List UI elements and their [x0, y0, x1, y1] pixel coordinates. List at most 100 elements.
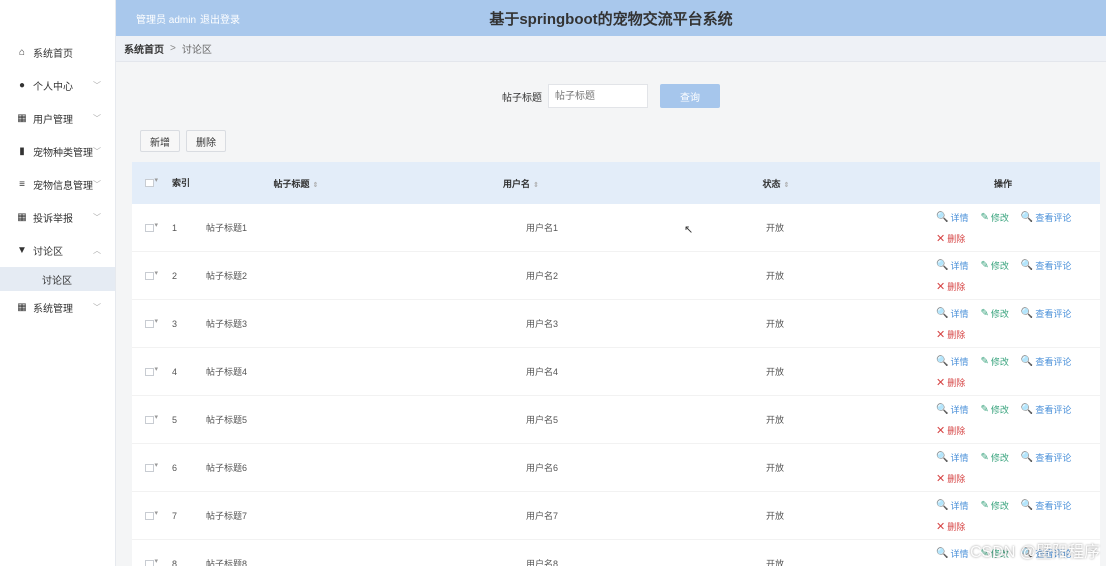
sidebar-item-0[interactable]: ⌂ 系统首页	[0, 36, 115, 69]
search-icon: 🔍	[936, 499, 949, 511]
row-delete-button[interactable]: ✕ 删除	[936, 328, 965, 341]
delete-button[interactable]: 删除	[186, 130, 226, 152]
row-check-cell	[132, 365, 166, 376]
row-checkbox[interactable]	[144, 221, 158, 232]
detail-button[interactable]: 🔍 详情	[936, 211, 968, 224]
edit-label: 修改	[990, 356, 1009, 367]
edit-button[interactable]: ✎ 修改	[980, 259, 1008, 272]
row-checkbox[interactable]	[144, 461, 158, 472]
row-index: 5	[172, 414, 178, 425]
view-comments-button[interactable]: 🔍 查看评论	[1021, 547, 1071, 560]
detail-label: 详情	[950, 356, 969, 367]
search-icon: 🔍	[936, 211, 949, 223]
detail-button[interactable]: 🔍 详情	[936, 355, 968, 368]
detail-label: 详情	[950, 452, 969, 463]
detail-button[interactable]: 🔍 详情	[936, 451, 968, 464]
row-delete-button[interactable]: ✕ 删除	[936, 232, 965, 245]
edit-button[interactable]: ✎ 修改	[980, 355, 1008, 368]
header-user[interactable]: 用户名 ⇕	[396, 177, 646, 190]
row-delete-button[interactable]: ✕ 删除	[936, 280, 965, 293]
sidebar-item-7[interactable]: ▦ 系统管理 ﹀	[0, 291, 115, 324]
sort-icon[interactable]: ⇕	[784, 182, 790, 189]
search-icon: 🔍	[1020, 547, 1034, 559]
view-comments-button[interactable]: 🔍 查看评论	[1021, 403, 1071, 416]
sort-icon[interactable]: ⇕	[533, 182, 539, 189]
view-comments-button[interactable]: 🔍 查看评论	[1021, 355, 1071, 368]
logout-link[interactable]: 退出登录	[200, 11, 240, 26]
sidebar-item-4[interactable]: ≡ 宠物信息管理 ﹀	[0, 168, 115, 201]
close-icon: ✕	[936, 232, 946, 245]
edit-button[interactable]: ✎ 修改	[980, 307, 1008, 320]
edit-label: 修改	[990, 260, 1009, 271]
app-title: 基于springboot的宠物交流平台系统	[489, 10, 733, 28]
detail-button[interactable]: 🔍 详情	[936, 403, 968, 416]
close-icon: ✕	[936, 424, 946, 437]
header-ops: 操作	[993, 178, 1012, 189]
row-user: 用户名8	[526, 559, 559, 566]
edit-button[interactable]: ✎ 修改	[980, 499, 1008, 512]
row-checkbox[interactable]	[144, 413, 158, 424]
pencil-icon: ✎	[980, 355, 989, 367]
header-title[interactable]: 帖子标题 ⇕	[196, 177, 396, 190]
view-comments-button[interactable]: 🔍 查看评论	[1021, 307, 1071, 320]
sidebar-item-2[interactable]: ▦ 用户管理 ﹀	[0, 102, 115, 135]
view-comments-button[interactable]: 🔍 查看评论	[1021, 259, 1071, 272]
breadcrumb-separator: >	[170, 43, 176, 54]
home-icon: ⌂	[18, 47, 26, 58]
pencil-icon: ✎	[980, 403, 989, 415]
row-delete-button[interactable]: ✕ 删除	[936, 424, 965, 437]
row-title: 帖子标题3	[206, 319, 248, 329]
chevron-icon: ﹀	[93, 81, 101, 90]
search-icon: 🔍	[1020, 307, 1034, 319]
detail-button[interactable]: 🔍 详情	[936, 499, 968, 512]
sidebar-top	[0, 0, 115, 36]
sidebar-item-3[interactable]: ▮ 宠物种类管理 ﹀	[0, 135, 115, 168]
row-index: 7	[172, 510, 178, 521]
edit-button[interactable]: ✎ 修改	[980, 451, 1008, 464]
edit-button[interactable]: ✎ 修改	[980, 403, 1008, 416]
row-checkbox[interactable]	[144, 269, 158, 280]
detail-button[interactable]: 🔍 详情	[936, 547, 968, 560]
detail-button[interactable]: 🔍 详情	[936, 307, 968, 320]
search-icon: 🔍	[1020, 211, 1034, 223]
comments-label: 查看评论	[1035, 548, 1072, 559]
row-delete-button[interactable]: ✕ 删除	[936, 376, 965, 389]
submenu-item-discussion[interactable]: 讨论区	[0, 267, 115, 291]
close-icon: ✕	[936, 520, 946, 533]
row-status: 开放	[766, 271, 785, 281]
header-status[interactable]: 状态 ⇕	[646, 177, 906, 190]
search-input[interactable]	[548, 84, 648, 108]
row-checkbox[interactable]	[144, 509, 158, 520]
select-all-checkbox[interactable]	[144, 176, 158, 187]
edit-button[interactable]: ✎ 修改	[980, 211, 1008, 224]
grid-icon: ▦	[17, 113, 27, 124]
close-icon: ✕	[936, 280, 946, 293]
sort-icon[interactable]: ⇕	[313, 182, 319, 189]
query-button[interactable]: 查询	[660, 84, 720, 108]
table-row: 6帖子标题6用户名6开放🔍详情✎修改🔍查看评论✕删除	[132, 444, 1100, 492]
sidebar-item-6[interactable]: ▼ 讨论区 ︿	[0, 234, 115, 267]
delete-label: 删除	[947, 521, 966, 532]
close-icon: ✕	[936, 376, 946, 389]
edit-button[interactable]: ✎ 修改	[980, 547, 1008, 560]
detail-button[interactable]: 🔍 详情	[936, 259, 968, 272]
add-button[interactable]: 新增	[140, 130, 180, 152]
row-delete-button[interactable]: ✕ 删除	[936, 472, 965, 485]
chevron-icon: ﹀	[93, 180, 101, 189]
row-delete-button[interactable]: ✕ 删除	[936, 520, 965, 533]
sidebar-item-5[interactable]: ▦ 投诉举报 ﹀	[0, 201, 115, 234]
sidebar-item-label: 投诉举报	[33, 214, 73, 225]
row-title: 帖子标题4	[206, 367, 248, 377]
breadcrumb-home[interactable]: 系统首页	[124, 41, 164, 56]
row-ops: 🔍详情 ✎修改 🔍查看评论 ✕删除	[906, 499, 1100, 533]
row-checkbox[interactable]	[144, 557, 158, 566]
row-checkbox[interactable]	[144, 317, 158, 328]
view-comments-button[interactable]: 🔍 查看评论	[1021, 451, 1071, 464]
chart-icon: ▮	[19, 146, 25, 157]
row-checkbox[interactable]	[144, 365, 158, 376]
view-comments-button[interactable]: 🔍 查看评论	[1021, 499, 1071, 512]
search-icon: 🔍	[936, 451, 949, 463]
sidebar-item-1[interactable]: ● 个人中心 ﹀	[0, 69, 115, 102]
close-icon: ✕	[936, 472, 946, 485]
view-comments-button[interactable]: 🔍 查看评论	[1021, 211, 1071, 224]
